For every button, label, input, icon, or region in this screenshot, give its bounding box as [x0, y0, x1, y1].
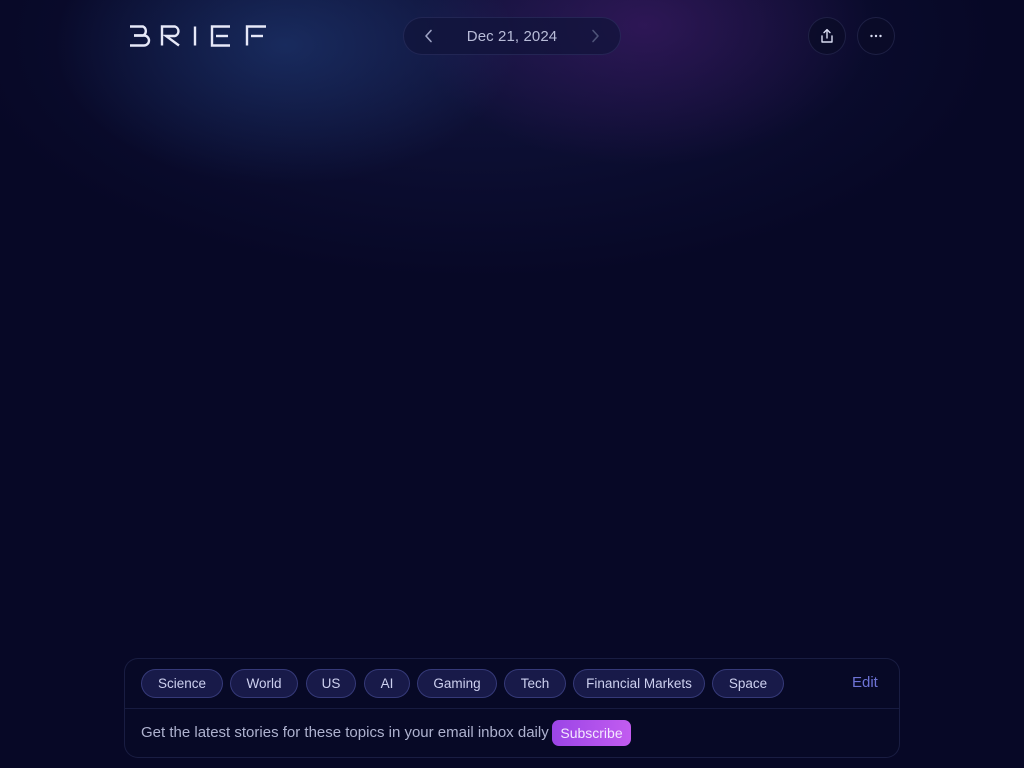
topic-chip-space[interactable]: Space [712, 669, 784, 698]
chevron-right-icon [592, 29, 599, 43]
more-horizontal-icon [870, 34, 882, 38]
share-icon [821, 28, 833, 43]
subscribe-button[interactable]: Subscribe [552, 720, 631, 746]
previous-day-button[interactable] [418, 25, 440, 47]
app-page: Dec 21, 2024 Science World US AI Gaming … [0, 0, 1024, 768]
topic-chip-us[interactable]: US [306, 669, 356, 698]
brief-logo[interactable] [129, 25, 267, 47]
next-day-button[interactable] [584, 25, 606, 47]
topics-panel: Science World US AI Gaming Tech Financia… [124, 658, 900, 758]
more-options-button[interactable] [857, 17, 895, 55]
topic-chips-row: Science World US AI Gaming Tech Financia… [125, 659, 899, 709]
date-navigator: Dec 21, 2024 [403, 17, 621, 55]
current-date: Dec 21, 2024 [466, 27, 558, 45]
topic-chip-ai[interactable]: AI [364, 669, 410, 698]
share-button[interactable] [808, 17, 846, 55]
topic-chip-world[interactable]: World [230, 669, 298, 698]
topic-chip-science[interactable]: Science [141, 669, 223, 698]
topic-chip-gaming[interactable]: Gaming [417, 669, 497, 698]
topic-chip-financial-markets[interactable]: Financial Markets [573, 669, 705, 698]
chevron-left-icon [425, 29, 432, 43]
brief-logo-wordmark [130, 25, 266, 47]
subscribe-row: Get the latest stories for these topics … [125, 709, 899, 757]
topic-chip-tech[interactable]: Tech [504, 669, 566, 698]
edit-topics-link[interactable]: Edit [852, 674, 878, 691]
subscribe-prompt-text: Get the latest stories for these topics … [141, 724, 549, 741]
